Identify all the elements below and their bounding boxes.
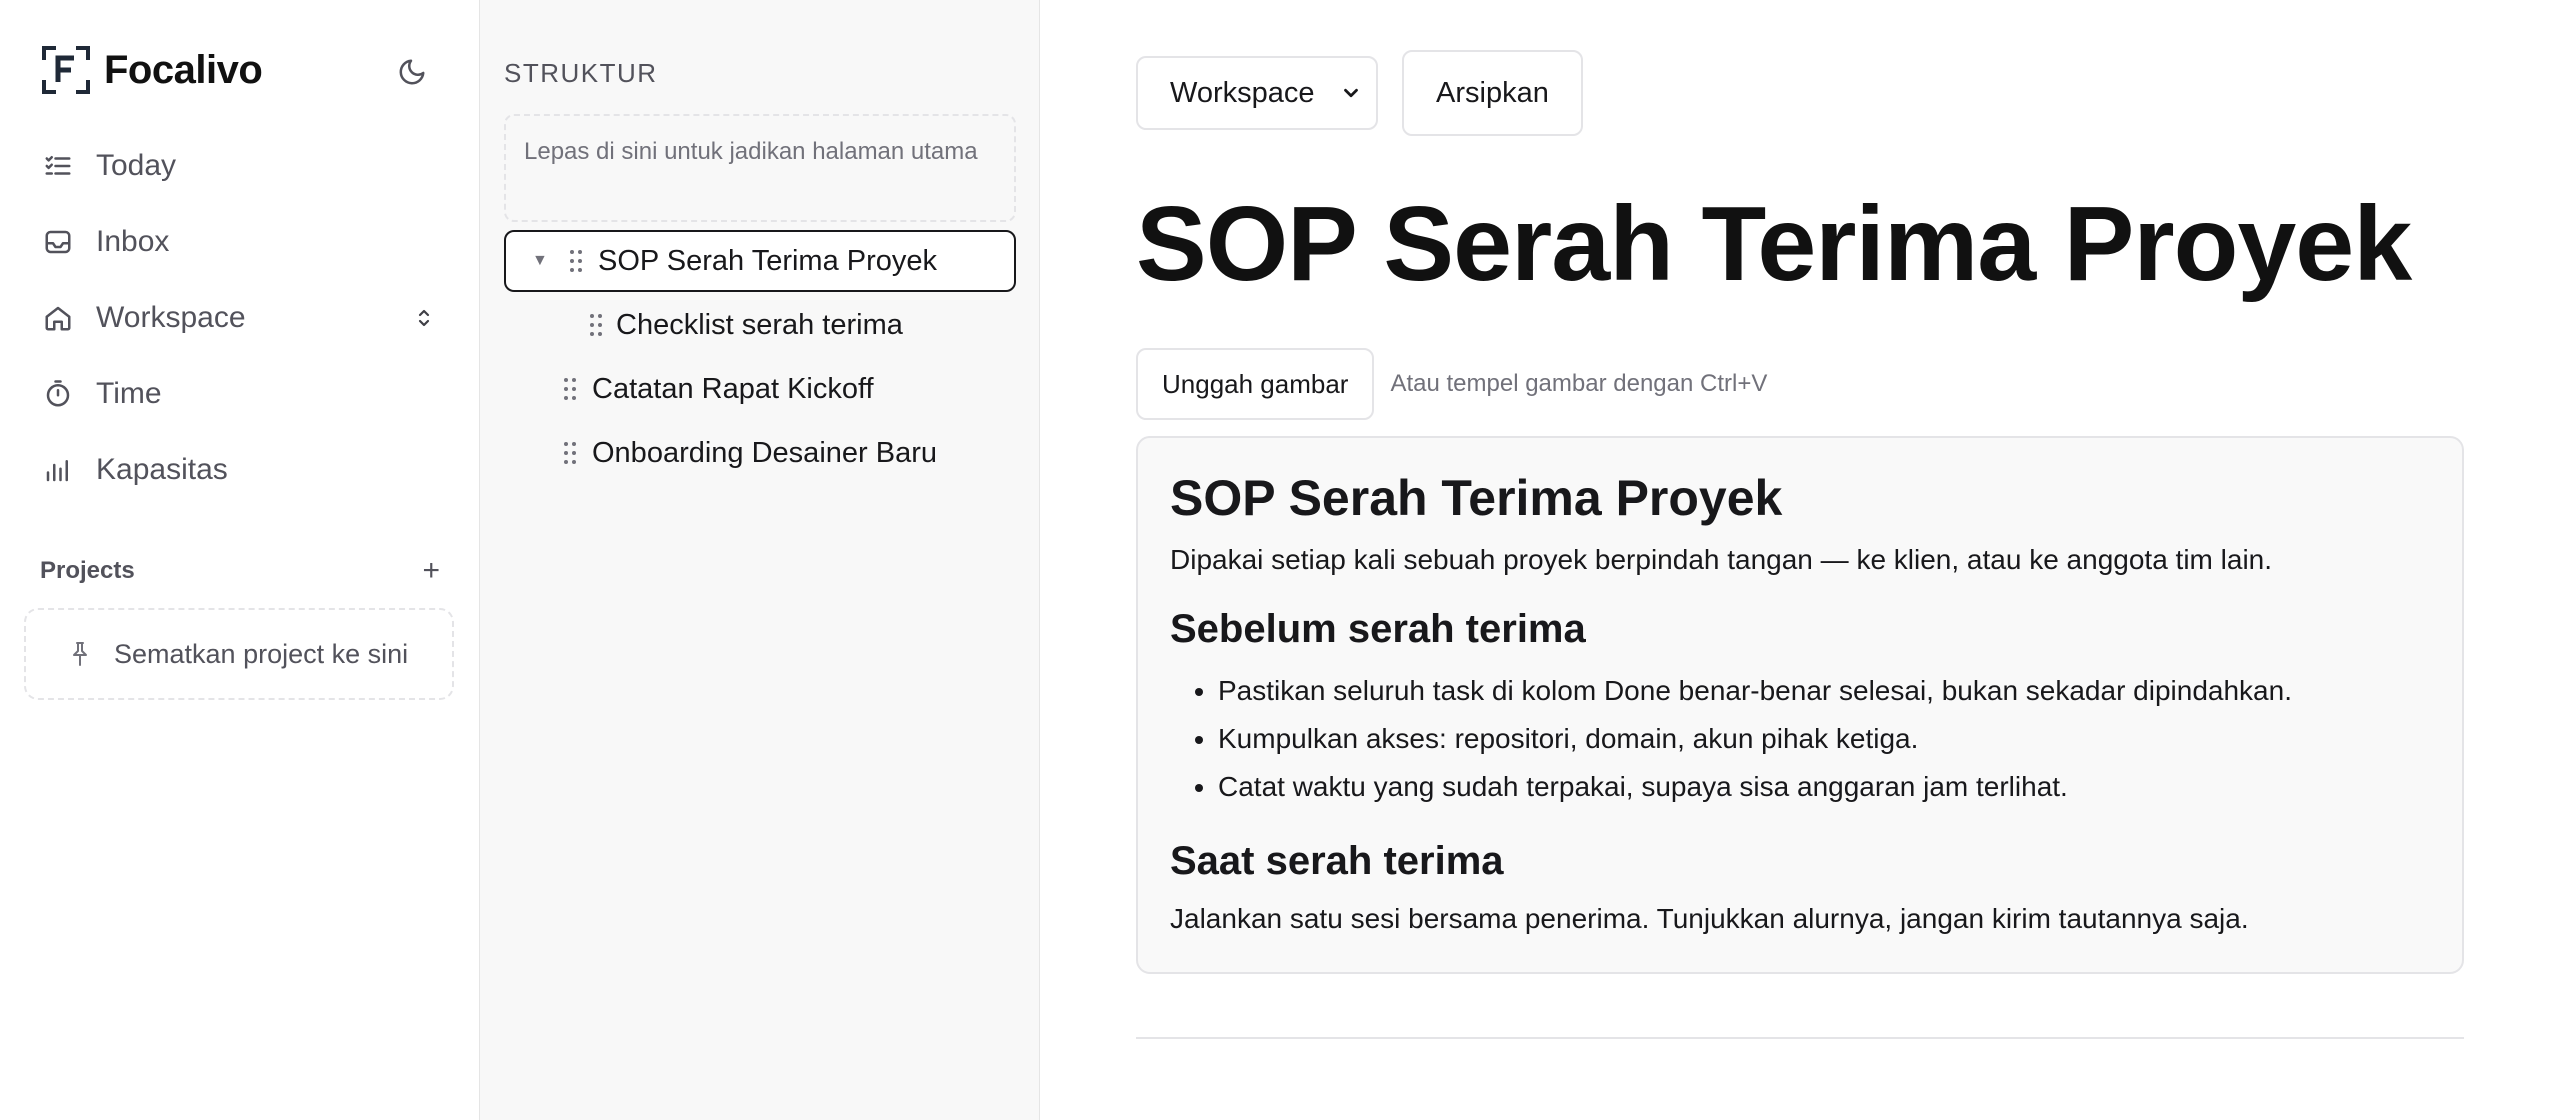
divider [1136, 1037, 2464, 1039]
chevron-down-icon [1344, 88, 1358, 98]
tree-item[interactable]: Onboarding Desainer Baru [504, 422, 1016, 484]
chevron-up-down-icon[interactable] [410, 304, 438, 332]
root-dropzone[interactable]: Lepas di sini untuk jadikan halaman utam… [504, 114, 1016, 222]
theme-toggle-button[interactable] [392, 52, 432, 92]
workspace-select-value: Workspace [1170, 76, 1315, 109]
nav-label: Time [96, 377, 162, 410]
home-icon [42, 302, 74, 334]
main-content: Workspace Arsipkan SOP Serah Terima Proy… [1040, 0, 2560, 1120]
bar-chart-icon [42, 454, 74, 486]
nav-label: Today [96, 149, 177, 182]
upload-row: Unggah gambar Atau tempel gambar dengan … [1136, 348, 1767, 420]
nav-item-kapasitas[interactable]: Kapasitas [24, 432, 456, 508]
sidebar: Focalivo Today Inbox Workspace Time Kapa… [0, 0, 480, 1120]
structure-title: STRUKTUR [504, 58, 658, 88]
drag-handle-icon[interactable] [562, 440, 578, 466]
inbox-icon [42, 226, 74, 258]
list-item: Pastikan seluruh task di kolom Done bena… [1218, 667, 2430, 715]
timer-icon [42, 378, 74, 410]
tree-item-label: Catatan Rapat Kickoff [592, 372, 874, 405]
projects-title: Projects [40, 557, 135, 584]
doc-paragraph: Jalankan satu sesi bersama penerima. Tun… [1170, 903, 2249, 935]
tree-item-label: Checklist serah terima [616, 308, 903, 341]
structure-panel: STRUKTUR Lepas di sini untuk jadikan hal… [480, 0, 1040, 1120]
projects-header: Projects + [40, 556, 440, 586]
archive-button[interactable]: Arsipkan [1402, 50, 1583, 136]
main-nav: Today Inbox Workspace Time Kapasitas [24, 128, 456, 508]
checklist-icon [42, 150, 74, 182]
workspace-select[interactable]: Workspace [1136, 56, 1378, 130]
list-item: Catat waktu yang sudah terpakai, supaya … [1218, 763, 2430, 811]
pin-icon [73, 642, 87, 666]
drag-handle-icon[interactable] [588, 312, 604, 338]
doc-heading-2: Sebelum serah terima [1170, 607, 1586, 652]
doc-heading-2: Saat serah terima [1170, 839, 1504, 884]
nav-label: Kapasitas [96, 453, 228, 486]
pin-placeholder: Sematkan project ke sini [114, 638, 409, 669]
nav-item-inbox[interactable]: Inbox [24, 204, 456, 280]
focalivo-logo-icon [42, 46, 90, 94]
tree-item[interactable]: ▼ SOP Serah Terima Proyek [504, 230, 1016, 292]
moon-icon [399, 59, 425, 85]
tree-item-label: Onboarding Desainer Baru [592, 436, 937, 469]
doc-heading-1: SOP Serah Terima Proyek [1170, 470, 1783, 526]
nav-item-workspace[interactable]: Workspace [24, 280, 456, 356]
nav-label: Workspace [96, 301, 246, 334]
list-item: Kumpulkan akses: repositori, domain, aku… [1218, 715, 2430, 763]
app-name: Focalivo [104, 47, 263, 92]
tree-item[interactable]: Checklist serah terima [504, 294, 1016, 356]
caret-down-icon[interactable]: ▼ [532, 252, 548, 270]
upload-image-button[interactable]: Unggah gambar [1136, 348, 1375, 420]
doc-bullet-list: Pastikan seluruh task di kolom Done bena… [1170, 667, 2430, 811]
document-editor[interactable]: SOP Serah Terima Proyek Dipakai setiap k… [1136, 436, 2464, 974]
page-title[interactable]: SOP Serah Terima Proyek [1136, 186, 2412, 303]
drag-handle-icon[interactable] [562, 376, 578, 402]
tree-item[interactable]: Catatan Rapat Kickoff [504, 358, 1016, 420]
pin-project-dropzone[interactable]: Sematkan project ke sini [24, 608, 454, 700]
add-project-button[interactable]: + [422, 556, 440, 586]
page-toolbar: Workspace Arsipkan [1136, 50, 1583, 136]
tree-item-label: SOP Serah Terima Proyek [598, 244, 938, 277]
page-tree: ▼ SOP Serah Terima Proyek Checklist sera… [504, 230, 1016, 484]
doc-paragraph: Dipakai setiap kali sebuah proyek berpin… [1170, 544, 2273, 575]
brand[interactable]: Focalivo [40, 44, 263, 96]
nav-item-today[interactable]: Today [24, 128, 456, 204]
nav-item-time[interactable]: Time [24, 356, 456, 432]
upload-hint: Atau tempel gambar dengan Ctrl+V [1390, 370, 1768, 397]
nav-label: Inbox [96, 225, 170, 258]
drag-handle-icon[interactable] [568, 248, 584, 274]
